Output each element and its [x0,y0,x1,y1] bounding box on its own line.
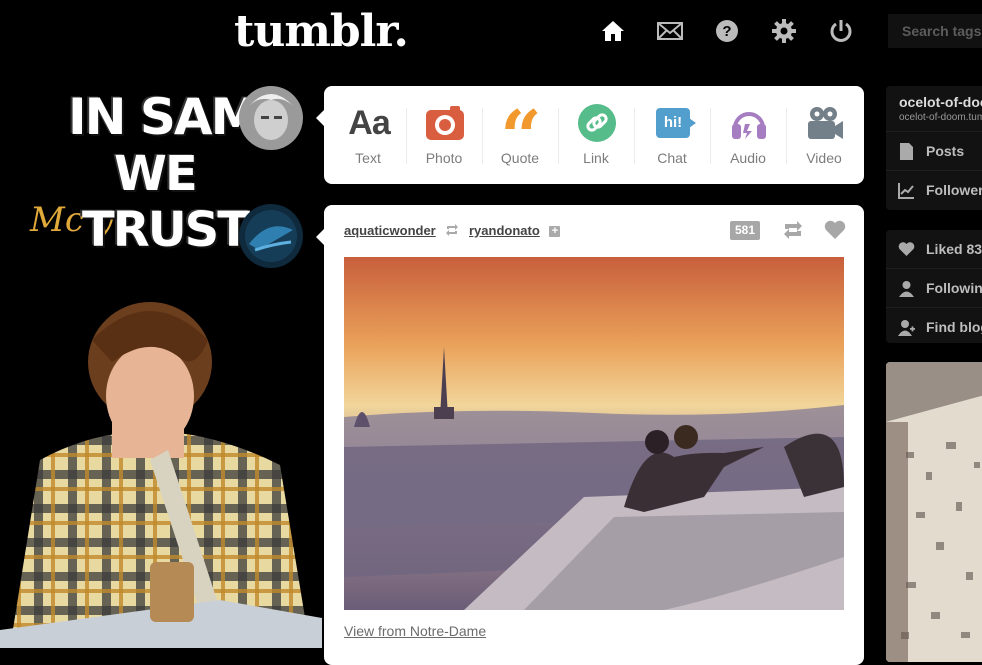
add-person-icon [898,320,915,336]
new-chat-post-button[interactable]: hi! Chat [634,86,710,184]
photo-label: Photo [425,150,463,166]
settings-icon[interactable] [767,14,801,48]
sidebar-item-label: Liked 83 [926,241,982,257]
radar-image[interactable] [886,362,982,662]
video-camera-icon [806,104,844,142]
audio-label: Audio [730,150,766,166]
blog-avatar[interactable] [239,204,303,268]
art-line-2: WE [114,146,198,202]
background-photo [0,300,322,648]
camera-icon [426,104,464,142]
sidebar-item-label: Find blogs [926,319,982,335]
user-avatar[interactable] [239,86,303,150]
notes-count-badge[interactable]: 581 [730,221,761,240]
video-label: Video [806,150,842,166]
link-label: Link [583,150,609,166]
sidebar-item-label: Posts [926,143,965,159]
sidebar-item-following[interactable]: Following [886,268,982,307]
sidebar-item-posts[interactable]: Posts [886,131,982,170]
account-menu: Liked 83 Following Find blogs [886,230,982,343]
link-icon [578,104,616,142]
post-caption-link[interactable]: View from Notre-Dame [344,623,486,639]
blog-url[interactable]: ocelot-of-doom.tumblr.com [886,110,982,131]
blog-menu: ocelot-of-doom ocelot-of-doom.tumblr.com… [886,86,982,210]
svg-text:?: ? [722,23,731,40]
follow-plus-icon[interactable]: + [549,226,561,238]
headphones-icon [730,104,768,142]
art-line-3: TRUST [82,202,250,258]
text-label: Text [355,150,381,166]
blog-name[interactable]: ocelot-of-doom [886,86,982,110]
post-author-link[interactable]: aquaticwonder [344,223,436,238]
home-icon[interactable] [596,14,630,48]
like-heart-icon[interactable] [824,220,846,245]
new-text-post-button[interactable]: Aa Text [330,86,406,184]
power-icon[interactable] [824,14,858,48]
new-video-post-button[interactable]: Video [786,86,862,184]
chat-label: Chat [657,150,687,166]
tumblr-logo[interactable]: tumblr. [234,4,409,60]
new-quote-post-button[interactable]: “ Quote [482,86,558,184]
reblog-small-icon [445,224,459,239]
help-icon[interactable]: ? [710,14,744,48]
sidebar-item-followers[interactable]: Followers [886,170,982,209]
quote-label: Quote [500,150,540,166]
new-audio-post-button[interactable]: Audio [710,86,786,184]
mail-icon[interactable] [653,14,687,48]
post-header: aquaticwonder ryandonato + [344,223,561,239]
chat-icon: hi! [654,104,696,142]
reblogged-from-link[interactable]: ryandonato [469,223,540,238]
post-composer: Aa Text Photo “ Quote Link hi! Chat Audi… [316,86,864,184]
art-line-1: IN SAM [68,88,260,146]
chart-icon [898,183,914,199]
dashboard-post: aquaticwonder ryandonato + 581 View from… [316,205,864,665]
new-photo-post-button[interactable]: Photo [406,86,482,184]
quote-icon: “ [500,94,542,179]
sidebar-item-likes[interactable]: Liked 83 [886,230,982,268]
sidebar-item-label: Following [926,280,982,296]
reblog-icon[interactable] [782,220,804,245]
text-icon: Aa [348,103,390,142]
search-input[interactable] [888,14,982,48]
post-photo[interactable] [344,257,844,610]
new-link-post-button[interactable]: Link [558,86,634,184]
person-icon [899,281,914,297]
heart-icon [898,242,915,256]
document-icon [900,143,913,160]
sidebar-item-label: Followers [926,182,982,198]
sidebar-item-find-blogs[interactable]: Find blogs [886,307,982,343]
